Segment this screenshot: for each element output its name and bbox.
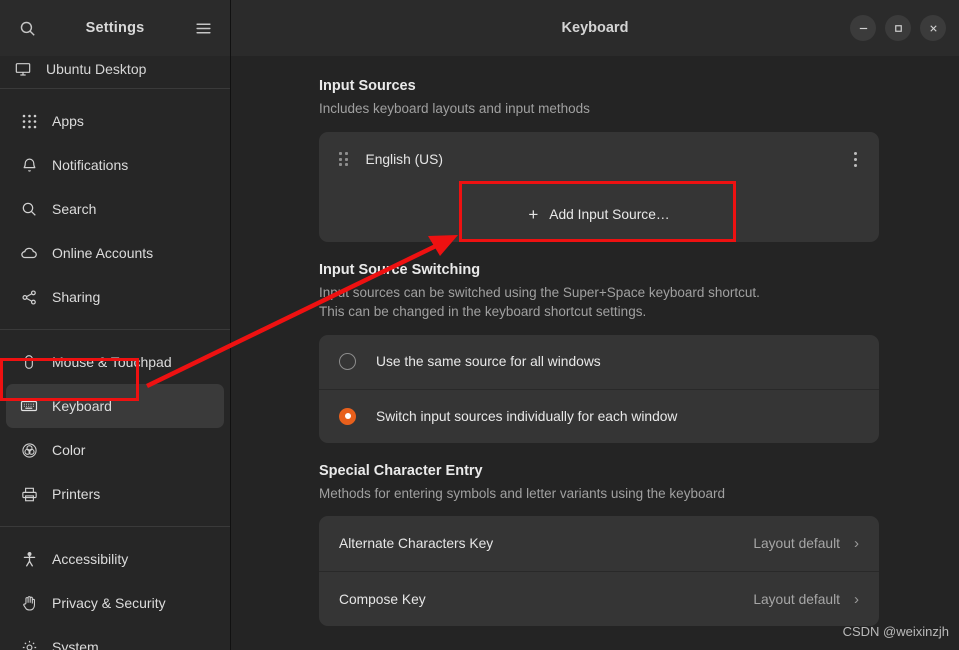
row-value: Layout default <box>753 536 840 552</box>
add-input-source-label: Add Input Source… <box>549 206 670 222</box>
search-icon[interactable] <box>14 15 40 41</box>
sidebar-item-label: Apps <box>52 113 84 129</box>
sidebar-item-keyboard[interactable]: Keyboard <box>6 384 224 428</box>
input-sources-card: English (US) + Add Input Source… <box>319 131 879 242</box>
mouse-icon <box>20 353 38 371</box>
sidebar-item-label: Mouse & Touchpad <box>52 354 172 370</box>
accessibility-person-icon <box>20 550 38 568</box>
sidebar-item-mouse-touchpad[interactable]: Mouse & Touchpad <box>6 340 224 384</box>
sidebar-divider <box>0 526 230 527</box>
cloud-icon <box>20 244 38 262</box>
row-compose-key[interactable]: Compose Key Layout default › <box>319 571 879 626</box>
sidebar-item-label: Accessibility <box>52 551 129 567</box>
special-character-entry-heading: Special Character Entry <box>319 462 483 479</box>
input-sources-heading: Input Sources <box>319 78 416 94</box>
window-controls <box>850 15 946 41</box>
sidebar-item-label: Ubuntu Desktop <box>46 61 147 77</box>
sidebar-title: Settings <box>85 20 145 36</box>
apps-grid-icon <box>20 112 38 130</box>
sidebar-item-printers[interactable]: Printers <box>6 472 224 516</box>
sidebar-scroll-area[interactable]: Ubuntu Desktop Apps Notifications Search… <box>0 56 230 650</box>
chevron-right-icon: › <box>854 590 859 608</box>
share-nodes-icon <box>20 288 38 306</box>
sidebar-item-notifications[interactable]: Notifications <box>6 143 224 187</box>
hamburger-menu-icon[interactable] <box>190 15 216 41</box>
sidebar-item-label: Printers <box>52 486 101 502</box>
special-character-entry-subtitle: Methods for entering symbols and letter … <box>319 485 725 501</box>
input-source-switching-heading: Input Source Switching <box>319 261 481 278</box>
sidebar-item-label: Privacy & Security <box>52 595 166 611</box>
input-source-row-english-us[interactable]: English (US) <box>319 132 879 187</box>
window-titlebar: Keyboard <box>231 0 959 56</box>
input-source-switching-card: Use the same source for all windows Swit… <box>319 334 879 443</box>
sidebar-item-label: Notifications <box>52 157 129 173</box>
sidebar-item-label: Color <box>52 442 86 458</box>
radio-button-selected-icon[interactable] <box>339 407 356 425</box>
special-character-entry-card: Alternate Characters Key Layout default … <box>319 516 879 627</box>
printer-icon <box>20 485 38 503</box>
add-input-source-button[interactable]: + Add Input Source… <box>319 187 879 242</box>
close-button[interactable] <box>920 15 946 41</box>
row-label: Alternate Characters Key <box>339 536 494 552</box>
sidebar-item-color[interactable]: Color <box>6 428 224 472</box>
minimize-button[interactable] <box>850 15 876 41</box>
subtitle-line-1: Input sources can be switched using the … <box>319 284 760 300</box>
sidebar-item-ubuntu-desktop[interactable]: Ubuntu Desktop <box>0 56 230 78</box>
sidebar-item-system[interactable]: System <box>6 625 224 650</box>
radio-button-unselected-icon[interactable] <box>339 353 356 371</box>
sidebar-item-label: Online Accounts <box>52 245 154 261</box>
row-label: Compose Key <box>339 591 426 607</box>
input-source-label: English (US) <box>365 151 443 167</box>
sidebar-item-apps[interactable]: Apps <box>6 99 224 143</box>
more-options-icon[interactable] <box>852 148 859 171</box>
drag-handle-icon[interactable] <box>339 152 348 167</box>
sidebar-item-label: Search <box>52 201 97 217</box>
row-alternate-characters-key[interactable]: Alternate Characters Key Layout default … <box>319 516 879 571</box>
sidebar-item-search[interactable]: Search <box>6 187 224 231</box>
maximize-button[interactable] <box>885 15 911 41</box>
desktop-icon <box>14 61 32 77</box>
color-wheel-icon <box>20 441 38 459</box>
sidebar-divider <box>0 329 230 330</box>
subtitle-line-2: This can be changed in the keyboard shor… <box>319 304 647 320</box>
row-value: Layout default <box>753 591 840 607</box>
bell-icon <box>20 156 38 174</box>
sidebar-item-sharing[interactable]: Sharing <box>6 275 224 319</box>
radio-row-same-source[interactable]: Use the same source for all windows <box>319 335 879 389</box>
sidebar-item-label: Sharing <box>52 289 101 305</box>
sidebar-divider <box>0 88 230 89</box>
keyboard-icon <box>20 397 38 415</box>
radio-label: Use the same source for all windows <box>376 354 601 370</box>
input-sources-subtitle: Includes keyboard layouts and input meth… <box>319 101 590 116</box>
sidebar-item-online-accounts[interactable]: Online Accounts <box>6 231 224 275</box>
settings-window: Settings Ubuntu Desktop Apps Notificatio… <box>0 0 959 650</box>
sidebar-header: Settings <box>0 0 230 56</box>
main-panel: Keyboard Input Sources Includes keyboard… <box>231 0 959 650</box>
sidebar-item-accessibility[interactable]: Accessibility <box>6 537 224 581</box>
input-source-switching-subtitle: Input sources can be switched using the … <box>319 283 879 322</box>
plus-icon: + <box>528 204 539 224</box>
radio-label: Switch input sources individually for ea… <box>376 408 678 424</box>
search-icon <box>20 200 38 218</box>
hand-icon <box>20 594 38 612</box>
radio-row-per-window[interactable]: Switch input sources individually for ea… <box>319 388 879 443</box>
sidebar: Settings Ubuntu Desktop Apps Notificatio… <box>0 0 231 650</box>
settings-content: Input Sources Includes keyboard layouts … <box>231 56 959 650</box>
chevron-right-icon: › <box>854 535 859 553</box>
sidebar-item-privacy-security[interactable]: Privacy & Security <box>6 581 224 625</box>
sidebar-item-label: System <box>52 639 99 650</box>
gear-icon <box>20 638 38 650</box>
sidebar-item-label: Keyboard <box>52 398 112 414</box>
